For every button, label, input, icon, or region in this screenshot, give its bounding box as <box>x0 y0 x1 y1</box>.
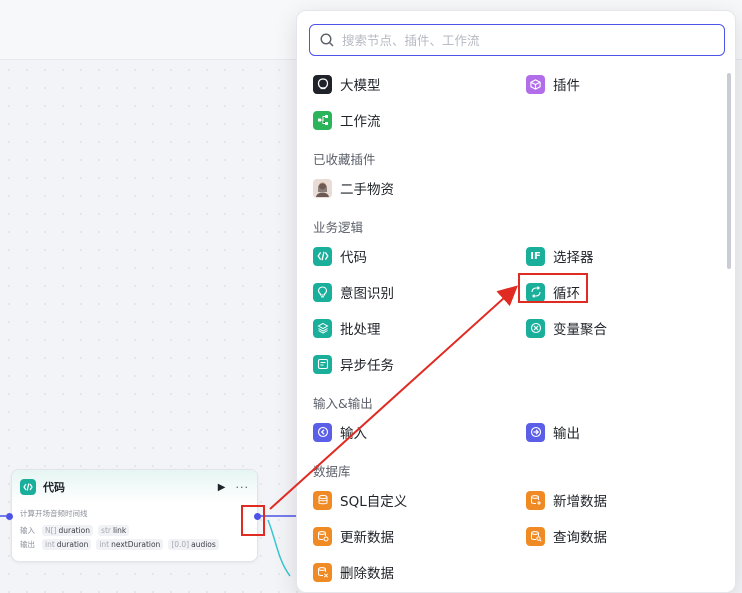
annotation-arrow <box>269 285 518 510</box>
